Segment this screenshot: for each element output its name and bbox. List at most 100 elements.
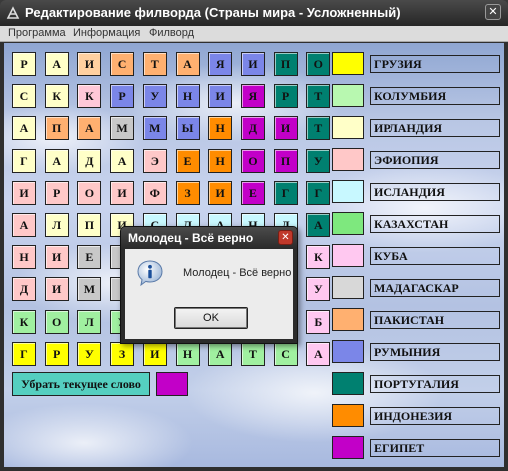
grid-cell[interactable]: Ф xyxy=(142,180,167,205)
grid-cell[interactable]: Н xyxy=(175,341,200,366)
grid-cell[interactable]: Г xyxy=(306,180,331,205)
window-close-button[interactable]: ✕ xyxy=(485,4,501,20)
grid-cell[interactable]: Т xyxy=(240,341,265,366)
grid-cell[interactable]: Л xyxy=(44,213,69,237)
grid-cell[interactable]: Л xyxy=(77,309,102,334)
grid-cell[interactable]: Э xyxy=(142,148,167,173)
grid-cell[interactable]: И xyxy=(273,116,298,141)
grid-cell[interactable]: У xyxy=(306,277,331,302)
grid-cell[interactable]: С xyxy=(273,341,298,366)
grid-cell[interactable]: И xyxy=(110,180,135,205)
grid-cell[interactable]: П xyxy=(77,213,102,237)
grid-cell[interactable]: Е xyxy=(175,148,200,173)
menu-information[interactable]: Информация xyxy=(73,27,140,39)
grid-cell[interactable]: Г xyxy=(12,341,36,366)
grid-cell[interactable]: П xyxy=(273,52,298,76)
grid-cell[interactable]: Е xyxy=(240,180,265,205)
word-color-swatch[interactable] xyxy=(332,340,364,363)
grid-cell[interactable]: Р xyxy=(273,84,298,109)
grid-cell[interactable]: К xyxy=(306,245,331,270)
grid-cell[interactable]: З xyxy=(175,180,200,205)
grid-cell[interactable]: Т xyxy=(306,84,331,109)
word-color-swatch[interactable] xyxy=(332,52,364,75)
menu-program[interactable]: Программа xyxy=(8,27,66,39)
word-color-swatch[interactable] xyxy=(332,212,364,235)
grid-cell[interactable]: М xyxy=(77,277,102,302)
grid-cell[interactable]: И xyxy=(142,341,167,366)
word-color-swatch[interactable] xyxy=(332,276,364,299)
word-color-swatch[interactable] xyxy=(332,436,364,459)
grid-cell[interactable]: И xyxy=(77,52,102,76)
grid-cell[interactable]: А xyxy=(44,148,69,173)
grid-cell[interactable]: О xyxy=(306,52,331,76)
grid-cell[interactable]: Д xyxy=(240,116,265,141)
grid-cell[interactable]: О xyxy=(44,309,69,334)
grid-cell[interactable]: Г xyxy=(273,180,298,205)
grid-cell[interactable]: К xyxy=(12,309,36,334)
grid-cell[interactable]: А xyxy=(44,52,69,76)
grid-cell[interactable]: Г xyxy=(12,148,36,173)
grid-cell[interactable]: И xyxy=(44,277,69,302)
grid-cell[interactable]: П xyxy=(44,116,69,141)
word-color-swatch[interactable] xyxy=(332,180,364,203)
grid-cell[interactable]: А xyxy=(12,213,36,237)
grid-cell[interactable]: Ы xyxy=(175,116,200,141)
grid-cell[interactable]: М xyxy=(110,116,135,141)
grid-cell[interactable]: И xyxy=(208,180,233,205)
word-color-swatch[interactable] xyxy=(332,116,364,139)
grid-cell[interactable]: Я xyxy=(240,84,265,109)
ok-button[interactable]: OK xyxy=(174,307,248,329)
word-color-swatch[interactable] xyxy=(332,148,364,171)
grid-cell[interactable]: К xyxy=(44,84,69,109)
grid-cell[interactable]: О xyxy=(240,148,265,173)
grid-cell[interactable]: Р xyxy=(12,52,36,76)
word-color-swatch[interactable] xyxy=(332,308,364,331)
grid-cell[interactable]: А xyxy=(77,116,102,141)
dialog-close-button[interactable]: ✕ xyxy=(278,230,293,245)
grid-cell[interactable]: Н xyxy=(12,245,36,270)
grid-cell[interactable]: Р xyxy=(110,84,135,109)
grid-cell[interactable]: Я xyxy=(208,52,233,76)
grid-cell[interactable]: У xyxy=(77,341,102,366)
word-color-swatch[interactable] xyxy=(332,244,364,267)
grid-cell[interactable]: Н xyxy=(208,116,233,141)
word-color-swatch[interactable] xyxy=(332,404,364,427)
menu-fillword[interactable]: Филворд xyxy=(149,27,194,39)
grid-cell[interactable]: Д xyxy=(12,277,36,302)
grid-cell[interactable]: А xyxy=(12,116,36,141)
info-icon xyxy=(136,259,164,287)
grid-cell[interactable]: У xyxy=(142,84,167,109)
grid-cell[interactable]: С xyxy=(12,84,36,109)
grid-cell[interactable]: Б xyxy=(306,309,331,334)
grid-cell[interactable]: Т xyxy=(142,52,167,76)
grid-cell[interactable]: А xyxy=(306,341,331,366)
grid-cell[interactable]: У xyxy=(306,148,331,173)
menu-bar: Программа Информация Филворд xyxy=(0,26,508,42)
grid-cell[interactable]: И xyxy=(208,84,233,109)
grid-cell[interactable]: Р xyxy=(44,180,69,205)
grid-cell[interactable]: М xyxy=(142,116,167,141)
word-color-swatch[interactable] xyxy=(332,84,364,107)
grid-cell[interactable]: С xyxy=(110,52,135,76)
grid-cell[interactable]: Е xyxy=(77,245,102,270)
grid-cell[interactable]: А xyxy=(175,52,200,76)
grid-cell[interactable]: Н xyxy=(208,148,233,173)
grid-cell[interactable]: Р xyxy=(44,341,69,366)
grid-cell[interactable]: З xyxy=(110,341,135,366)
grid-cell[interactable]: И xyxy=(44,245,69,270)
grid-cell[interactable]: А xyxy=(110,148,135,173)
word-color-swatch[interactable] xyxy=(332,372,364,395)
word-label: РУМЫНИЯ xyxy=(370,343,500,361)
remove-current-word-button[interactable]: Убрать текущее слово xyxy=(12,372,150,396)
success-dialog: Молодец - Всё верно ✕ Молодец - Всё верн… xyxy=(120,226,298,344)
grid-cell[interactable]: О xyxy=(77,180,102,205)
grid-cell[interactable]: А xyxy=(208,341,233,366)
grid-cell[interactable]: Н xyxy=(175,84,200,109)
grid-cell[interactable]: А xyxy=(306,213,331,237)
grid-cell[interactable]: К xyxy=(77,84,102,109)
grid-cell[interactable]: И xyxy=(240,52,265,76)
grid-cell[interactable]: Д xyxy=(77,148,102,173)
grid-cell[interactable]: Т xyxy=(306,116,331,141)
grid-cell[interactable]: П xyxy=(273,148,298,173)
grid-cell[interactable]: И xyxy=(12,180,36,205)
